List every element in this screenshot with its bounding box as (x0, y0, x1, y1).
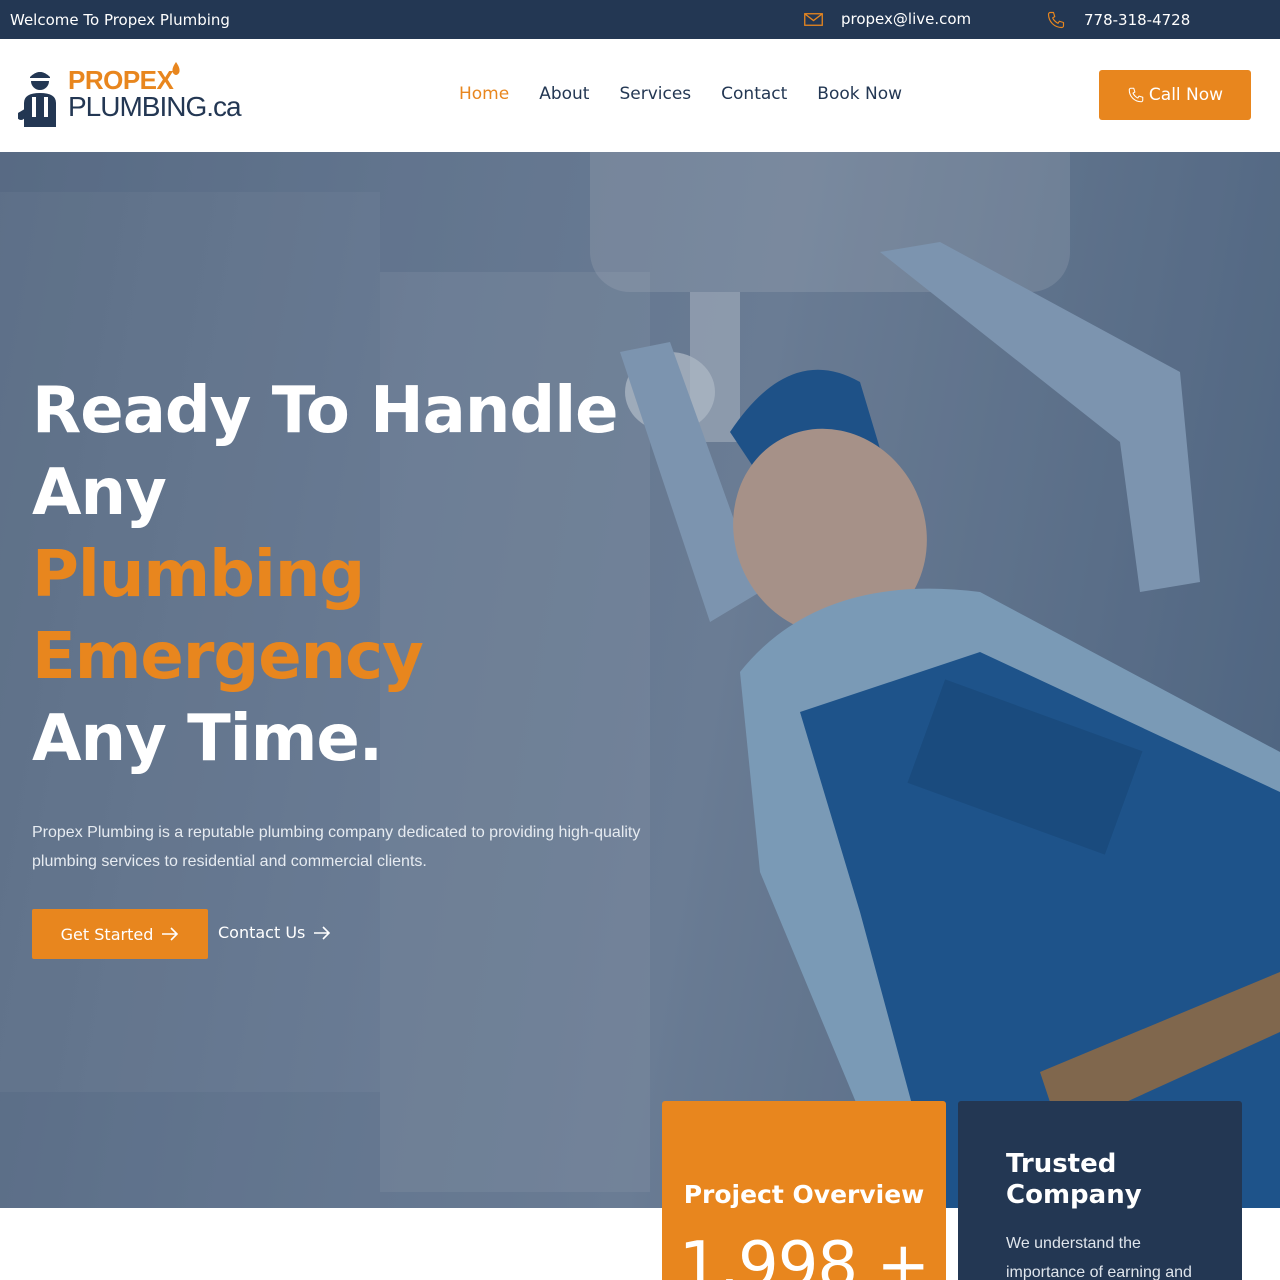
email-contact[interactable]: propex@live.com (804, 10, 971, 28)
phone-icon (1047, 11, 1065, 29)
phone-icon (1128, 87, 1144, 103)
nav-contact[interactable]: Contact (721, 84, 787, 104)
nav-about[interactable]: About (539, 84, 589, 104)
plumber-mascot-icon (18, 72, 56, 127)
project-overview-card: Project Overview 1,998 + (662, 1101, 946, 1280)
phone-text[interactable]: 778-318-4728 (1084, 11, 1190, 29)
project-overview-title: Project Overview (683, 1180, 925, 1209)
get-started-label: Get Started (60, 924, 154, 944)
project-overview-count: 1,998 + (678, 1229, 930, 1280)
arrow-right-icon (314, 925, 331, 940)
main-nav: Home About Services Contact Book Now (459, 84, 902, 104)
call-now-label: Call Now (1148, 85, 1224, 105)
nav-services[interactable]: Services (619, 84, 691, 104)
contact-us-link[interactable]: Contact Us (218, 923, 331, 942)
call-now-button[interactable]: Call Now (1099, 70, 1251, 120)
nav-home[interactable]: Home (459, 84, 509, 104)
nav-book-now[interactable]: Book Now (817, 84, 902, 104)
logo-domain: PLUMBING.ca (68, 91, 242, 122)
hero-description: Propex Plumbing is a reputable plumbing … (32, 824, 641, 870)
site-header: PROPEX PLUMBING.ca Home About Services C… (0, 39, 1280, 152)
water-drop-icon (172, 62, 180, 75)
hero-section: Ready To Handle Any Plumbing Emergency A… (0, 152, 1280, 1208)
hero-title: Ready To Handle Any Plumbing Emergency A… (32, 370, 672, 780)
hero-title-line-3: Plumbing (32, 538, 365, 612)
arrow-right-icon (162, 927, 179, 941)
top-bar: Welcome To Propex Plumbing propex@live.c… (0, 0, 1280, 39)
email-text[interactable]: propex@live.com (841, 10, 971, 28)
get-started-button[interactable]: Get Started (32, 909, 208, 959)
phone-contact[interactable]: 778-318-4728 (1046, 10, 1190, 30)
trusted-company-title: Trusted Company (1006, 1149, 1142, 1210)
hero-title-line-5: Any Time. (32, 702, 383, 776)
contact-us-label: Contact Us (218, 923, 306, 942)
trusted-company-description: We understand the importance of earning … (1006, 1235, 1192, 1280)
hero-title-line-4: Emergency (32, 620, 424, 694)
hero-title-line-1: Ready To Handle (32, 374, 619, 448)
trusted-company-card: Trusted Company We understand the import… (958, 1101, 1242, 1280)
hero-title-line-2: Any (32, 456, 167, 530)
mail-icon (804, 12, 823, 26)
welcome-text: Welcome To Propex Plumbing (10, 11, 230, 29)
logo[interactable]: PROPEX PLUMBING.ca (18, 61, 248, 131)
